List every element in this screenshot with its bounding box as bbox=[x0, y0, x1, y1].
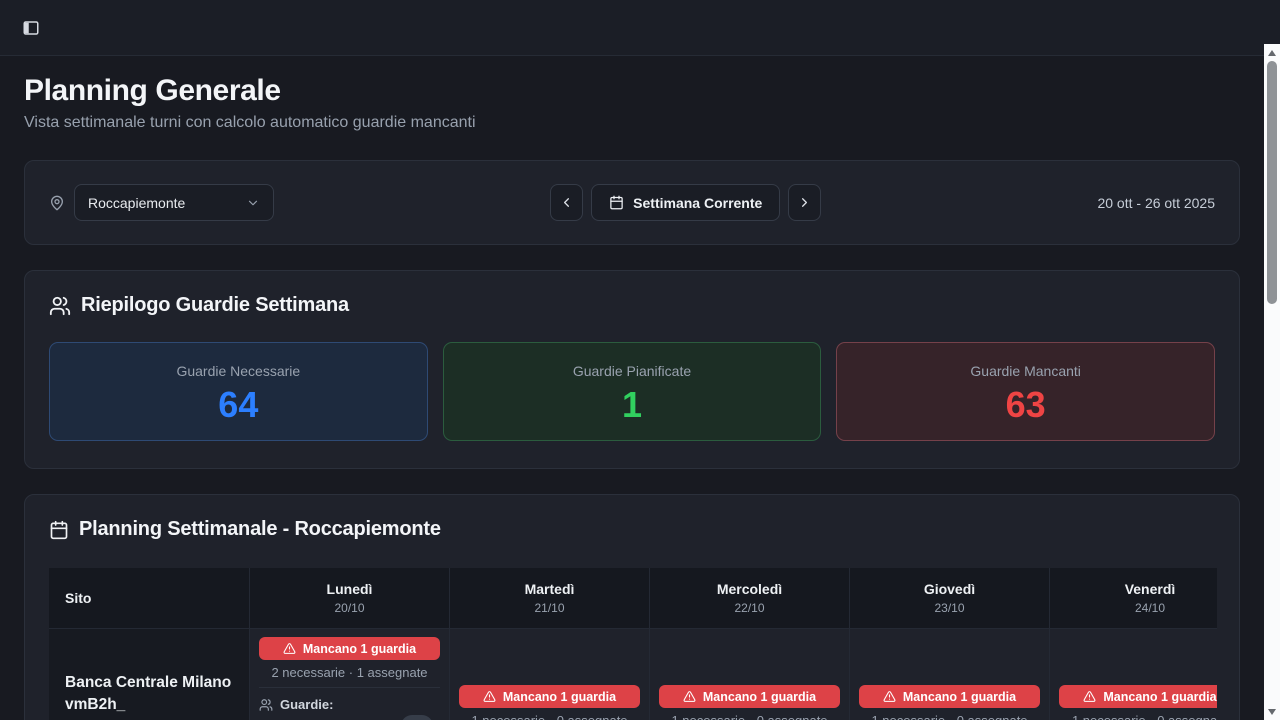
stat-value: 63 bbox=[837, 387, 1214, 423]
day-date: 23/10 bbox=[934, 601, 964, 615]
scrollbar-up-arrow[interactable] bbox=[1268, 50, 1276, 56]
current-week-label: Settimana Corrente bbox=[633, 195, 762, 211]
planning-title-row: Planning Settimanale - Roccapiemonte bbox=[49, 518, 1215, 541]
stat-value: 1 bbox=[444, 387, 821, 423]
day-date: 22/10 bbox=[734, 601, 764, 615]
column-header-wednesday: Mercoledì 22/10 bbox=[650, 568, 850, 628]
cell-info: 1 necessarie · 0 assegnate bbox=[459, 713, 640, 720]
panel-left-icon bbox=[22, 19, 40, 37]
planning-generale-page: Planning Generale Vista settimanale turn… bbox=[0, 0, 1280, 720]
triangle-alert-icon bbox=[283, 642, 296, 655]
calendar-icon bbox=[49, 520, 69, 540]
page-subtitle: Vista settimanale turni con calcolo auto… bbox=[24, 114, 476, 132]
stat-guardie-necessarie: Guardie Necessarie 64 bbox=[49, 342, 428, 441]
column-header-thursday: Giovedì 23/10 bbox=[850, 568, 1050, 628]
triangle-alert-icon bbox=[883, 690, 896, 703]
day-date: 24/10 bbox=[1135, 601, 1165, 615]
next-week-button[interactable] bbox=[788, 184, 821, 221]
table-row: Banca Centrale Milano vmB2h_ Mancano 1 g… bbox=[49, 628, 1217, 720]
planning-table-wrapper: Sito Lunedì 20/10 Martedì 21/10 Mercoled… bbox=[49, 568, 1217, 720]
page-header: Planning Generale Vista settimanale turn… bbox=[24, 74, 476, 132]
toolbar-card: Roccapiemonte Settimana Corrente bbox=[24, 160, 1240, 245]
column-header-site: Sito bbox=[49, 568, 250, 628]
triangle-alert-icon bbox=[683, 690, 696, 703]
column-header-friday: Venerdì 24/10 bbox=[1050, 568, 1217, 628]
day-name: Giovedì bbox=[924, 581, 975, 597]
week-navigation: Settimana Corrente bbox=[550, 184, 821, 221]
missing-guards-badge: Mancano 1 guardia bbox=[259, 637, 440, 660]
triangle-alert-icon bbox=[1083, 690, 1096, 703]
column-header-monday: Lunedì 20/10 bbox=[250, 568, 450, 628]
shift-cell-wednesday: Mancano 1 guardia 1 necessarie · 0 asseg… bbox=[650, 629, 850, 720]
day-name: Venerdì bbox=[1125, 581, 1176, 597]
shift-cell-monday: Mancano 1 guardia 2 necessarie · 1 asseg… bbox=[250, 629, 450, 720]
missing-guards-badge: Mancano 1 guardia bbox=[1059, 685, 1217, 708]
planning-table: Sito Lunedì 20/10 Martedì 21/10 Mercoled… bbox=[49, 568, 1217, 720]
users-icon bbox=[259, 698, 273, 712]
day-name: Mercoledì bbox=[717, 581, 782, 597]
missing-guards-badge-label: Mancano 1 guardia bbox=[503, 690, 616, 704]
calendar-icon bbox=[609, 195, 624, 210]
sidebar-toggle-button[interactable] bbox=[16, 13, 46, 43]
day-name: Martedì bbox=[525, 581, 575, 597]
cell-divider bbox=[259, 687, 440, 688]
page-title: Planning Generale bbox=[24, 74, 476, 108]
scrollbar-thumb[interactable] bbox=[1267, 61, 1277, 304]
chevron-left-icon bbox=[559, 195, 574, 210]
scrollbar-down-arrow[interactable] bbox=[1268, 709, 1276, 715]
vertical-scrollbar[interactable] bbox=[1264, 44, 1280, 720]
day-date: 20/10 bbox=[334, 601, 364, 615]
top-bar bbox=[0, 0, 1280, 56]
triangle-alert-icon bbox=[483, 690, 496, 703]
stat-value: 64 bbox=[50, 387, 427, 423]
chevron-down-icon bbox=[246, 196, 260, 210]
planning-card: Planning Settimanale - Roccapiemonte Sit… bbox=[24, 494, 1240, 720]
summary-card: Riepilogo Guardie Settimana Guardie Nece… bbox=[24, 270, 1240, 469]
stat-guardie-pianificate: Guardie Pianificate 1 bbox=[443, 342, 822, 441]
shift-cell-tuesday: Mancano 1 guardia 1 necessarie · 0 asseg… bbox=[450, 629, 650, 720]
stat-guardie-mancanti: Guardie Mancanti 63 bbox=[836, 342, 1215, 441]
chevron-right-icon bbox=[797, 195, 812, 210]
location-select[interactable]: Roccapiemonte bbox=[74, 184, 274, 221]
guards-label: Guardie: bbox=[280, 697, 333, 712]
column-header-tuesday: Martedì 21/10 bbox=[450, 568, 650, 628]
missing-guards-badge: Mancano 1 guardia bbox=[859, 685, 1040, 708]
location-group: Roccapiemonte bbox=[49, 184, 274, 221]
stat-label: Guardie Pianificate bbox=[444, 363, 821, 379]
day-name: Lunedì bbox=[327, 581, 373, 597]
missing-guards-badge-label: Mancano 1 guardia bbox=[303, 642, 416, 656]
previous-week-button[interactable] bbox=[550, 184, 583, 221]
stat-label: Guardie Necessarie bbox=[50, 363, 427, 379]
summary-stats: Guardie Necessarie 64 Guardie Pianificat… bbox=[49, 342, 1215, 441]
cell-info: 1 necessarie · 0 assegnate bbox=[859, 713, 1040, 720]
missing-guards-badge-label: Mancano 1 guardia bbox=[903, 690, 1016, 704]
day-date: 21/10 bbox=[534, 601, 564, 615]
current-week-button[interactable]: Settimana Corrente bbox=[591, 184, 780, 221]
missing-guards-badge: Mancano 1 guardia bbox=[659, 685, 840, 708]
users-icon bbox=[49, 295, 71, 317]
missing-guards-badge: Mancano 1 guardia bbox=[459, 685, 640, 708]
shift-cell-friday: Mancano 1 guardia 1 necessarie · 0 asseg… bbox=[1050, 629, 1217, 720]
summary-title-row: Riepilogo Guardie Settimana bbox=[49, 294, 1215, 317]
summary-title: Riepilogo Guardie Settimana bbox=[81, 294, 349, 317]
missing-guards-badge-label: Mancano 1 guardia bbox=[1103, 690, 1216, 704]
guard-chip[interactable] bbox=[401, 715, 433, 720]
planning-title: Planning Settimanale - Roccapiemonte bbox=[79, 518, 441, 541]
guards-row: Guardie: bbox=[259, 697, 440, 712]
location-select-value: Roccapiemonte bbox=[88, 195, 185, 211]
cell-info: 1 necessarie · 0 assegnate bbox=[1059, 713, 1217, 720]
map-pin-icon bbox=[49, 195, 65, 211]
shift-cell-thursday: Mancano 1 guardia 1 necessarie · 0 asseg… bbox=[850, 629, 1050, 720]
site-name-cell: Banca Centrale Milano vmB2h_ bbox=[49, 629, 250, 720]
missing-guards-badge-label: Mancano 1 guardia bbox=[703, 690, 816, 704]
cell-info: 1 necessarie · 0 assegnate bbox=[659, 713, 840, 720]
date-range-label: 20 ott - 26 ott 2025 bbox=[1097, 195, 1215, 211]
stat-label: Guardie Mancanti bbox=[837, 363, 1214, 379]
cell-info: 2 necessarie · 1 assegnate bbox=[259, 665, 440, 681]
table-header-row: Sito Lunedì 20/10 Martedì 21/10 Mercoled… bbox=[49, 568, 1217, 628]
